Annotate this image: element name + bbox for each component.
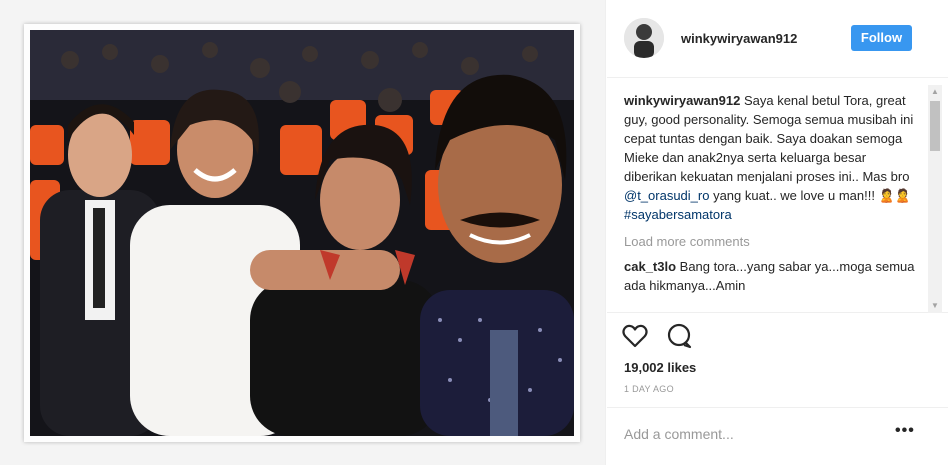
header-username[interactable]: winkywiryawan912 [681,31,797,46]
scroll-thumb[interactable] [930,101,940,151]
comments-list: winkywiryawan912 Saya kenal betul Tora, … [624,91,920,309]
likes-count[interactable]: 19,002 likes [624,360,696,375]
load-more-comments-link[interactable]: Load more comments [624,232,920,251]
comments-section: winkywiryawan912 Saya kenal betul Tora, … [607,79,948,313]
more-options-icon[interactable]: ••• [895,422,915,440]
post-timestamp[interactable]: 1 DAY AGO [624,384,674,394]
post-side-panel: winkywiryawan912 Follow winkywiryawan912… [607,0,948,465]
scroll-up-arrow[interactable]: ▲ [928,85,942,99]
comment-username[interactable]: cak_t3lo [624,259,676,274]
mention-link[interactable]: @t_orasudi_ro [624,188,709,203]
comment-input[interactable] [624,424,884,444]
speech-bubble-icon[interactable] [665,322,693,350]
post-photo[interactable] [30,30,574,436]
scroll-down-arrow[interactable]: ▼ [928,299,942,313]
comment-item: cak_t3lo Bang tora...yang sabar ya...mog… [624,257,920,295]
post-header: winkywiryawan912 Follow [607,0,948,78]
hashtag-link[interactable]: #sayabersamatora [624,207,732,222]
caption-text-part-2: yang kuat.. we love u man!!! [709,188,879,203]
post-caption: winkywiryawan912 Saya kenal betul Tora, … [624,91,920,224]
post-media-area [0,0,606,465]
comment-item-partial [624,301,920,309]
selfie-photo-illustration [30,30,574,436]
caption-emoji: 🙎🙎 [878,188,911,203]
add-comment-bar: ••• [607,407,948,465]
avatar-image [624,18,664,58]
follow-button[interactable]: Follow [851,25,912,51]
comments-scrollbar[interactable]: ▲ ▼ [928,85,942,313]
caption-username[interactable]: winkywiryawan912 [624,93,740,108]
post-actions [621,322,705,352]
avatar[interactable] [624,18,664,58]
heart-outline-icon[interactable] [621,322,649,350]
